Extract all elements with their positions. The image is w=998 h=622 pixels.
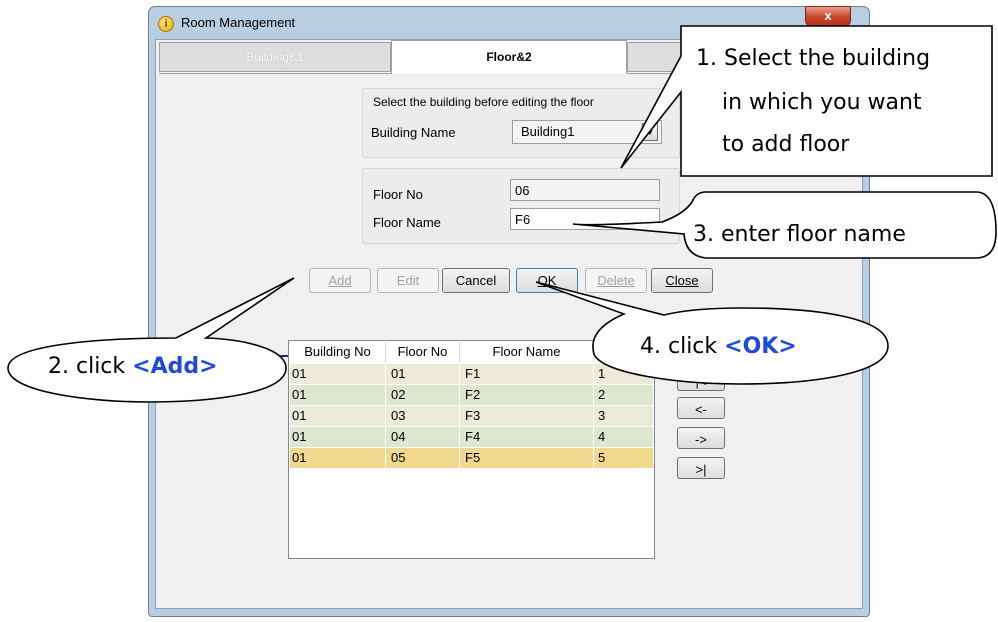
step4-accent: <OK> [724, 334, 797, 359]
step4-prefix: 4. click [640, 334, 725, 359]
step1-line3: to add floor [722, 132, 850, 157]
step3-text: 3. enter floor name [693, 222, 906, 247]
step1-line2: in which you want [722, 90, 922, 115]
step1-line1: 1. Select the building [696, 46, 931, 71]
step2-callout-shape [7, 277, 295, 403]
step2-accent: <Add> [132, 354, 218, 379]
step4-text: 4. click <OK> [640, 334, 797, 359]
step2-prefix: 2. click [48, 354, 133, 379]
step4-callout-shape [535, 281, 889, 385]
step2-text: 2. click <Add> [48, 354, 218, 379]
